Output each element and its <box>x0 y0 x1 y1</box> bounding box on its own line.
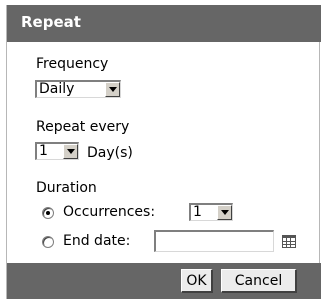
chevron-down-icon[interactable] <box>217 205 232 220</box>
frequency-select[interactable]: Daily <box>35 80 121 98</box>
occurrences-select[interactable]: 1 <box>189 203 233 221</box>
repeat-every-value: 1 <box>39 143 48 159</box>
repeat-every-label: Repeat every <box>36 119 130 135</box>
title-bar: Repeat <box>7 5 321 42</box>
dialog-title: Repeat <box>21 13 81 31</box>
end-date-label: End date: <box>63 233 131 249</box>
ok-button[interactable]: OK <box>181 269 213 293</box>
frequency-label: Frequency <box>36 56 109 72</box>
chevron-down-icon[interactable] <box>105 82 120 97</box>
end-date-input[interactable] <box>154 230 274 252</box>
duration-label: Duration <box>36 180 97 196</box>
repeat-every-select[interactable]: 1 <box>35 142 79 160</box>
repeat-unit-label: Day(s) <box>87 145 133 161</box>
end-date-radio[interactable] <box>42 236 54 248</box>
repeat-dialog: Repeat Frequency Daily Repeat every 1 Da… <box>6 5 321 299</box>
calendar-icon[interactable] <box>282 235 296 248</box>
occurrences-radio[interactable] <box>42 207 54 219</box>
frequency-value: Daily <box>39 81 75 97</box>
occurrences-label: Occurrences: <box>63 204 156 220</box>
occurrences-value: 1 <box>193 204 202 220</box>
cancel-button[interactable]: Cancel <box>221 269 297 293</box>
chevron-down-icon[interactable] <box>63 144 78 159</box>
footer-bar: OK Cancel <box>7 263 321 299</box>
